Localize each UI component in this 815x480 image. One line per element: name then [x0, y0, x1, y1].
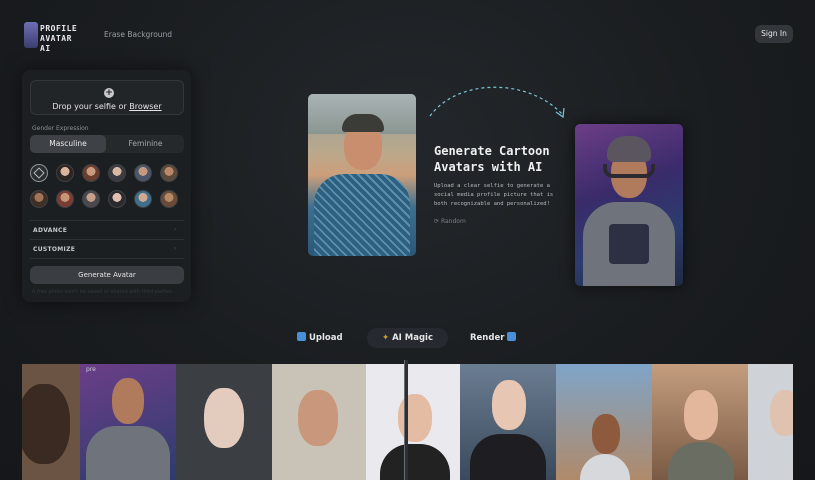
tab-upload[interactable]: Upload: [297, 328, 343, 348]
tab-ai-magic[interactable]: ✦ AI Magic: [367, 328, 448, 348]
gallery-body: [668, 442, 734, 480]
gallery-face: [112, 378, 144, 424]
style-avatar-option[interactable]: [82, 190, 100, 208]
customize-section[interactable]: CUSTOMIZE: [33, 246, 75, 253]
style-avatar-option[interactable]: [56, 164, 74, 182]
photo-cap: [342, 114, 384, 132]
gallery-face: [492, 380, 526, 430]
style-avatar-option[interactable]: [82, 164, 100, 182]
dropzone-label: Drop your selfie or: [52, 102, 127, 111]
random-button[interactable]: ⟳ Random: [434, 218, 466, 225]
chevron-right-icon: ›: [174, 226, 177, 233]
dropzone-text: Drop your selfie or Browser: [31, 102, 183, 111]
sample-selfie-photo: [308, 94, 416, 256]
gallery-image: [80, 364, 176, 480]
gallery-image: [460, 364, 556, 480]
tab-ai-magic-label: AI Magic: [392, 333, 434, 343]
style-avatar-option[interactable]: [108, 190, 126, 208]
cube-icon: [33, 167, 45, 179]
avatar-chest-panel: [609, 224, 649, 264]
gallery-image: [272, 364, 366, 480]
gallery-image: [556, 364, 652, 480]
style-avatar-option[interactable]: [108, 164, 126, 182]
gallery-body: [580, 454, 630, 480]
style-random-option[interactable]: [30, 164, 48, 182]
gallery-face: [684, 390, 718, 440]
gallery-face: [592, 414, 620, 454]
logo[interactable]: PROFILE AVATAR AI: [24, 22, 86, 53]
tab-render[interactable]: Render: [470, 328, 517, 348]
refresh-icon: ⟳: [434, 218, 440, 225]
avatar-headphones: [603, 164, 655, 178]
gender-expression-label: Gender Expression: [32, 125, 89, 132]
divider: [30, 258, 184, 259]
browse-link[interactable]: Browser: [129, 102, 161, 111]
generated-avatar-image: [575, 124, 683, 286]
style-avatar-option[interactable]: [56, 190, 74, 208]
logo-text: PROFILE AVATAR AI: [40, 24, 78, 53]
generate-avatar-button[interactable]: Generate Avatar: [30, 266, 184, 284]
gallery-image: [366, 364, 460, 480]
signin-button[interactable]: Sign In: [755, 25, 793, 43]
advance-section[interactable]: ADVANCE: [33, 227, 67, 234]
gallery-body: [470, 434, 546, 480]
gender-segmented-control: Masculine Feminine: [30, 135, 184, 153]
gallery-body: [380, 444, 450, 480]
check-box-icon: [297, 332, 306, 341]
gallery-image: [748, 364, 793, 480]
tab-upload-label: Upload: [308, 333, 343, 343]
divider: [30, 220, 184, 221]
plus-circle-icon: +: [104, 88, 114, 98]
gallery-face: [770, 390, 793, 436]
gallery-tag: pre: [86, 366, 96, 373]
hero-subtext: Upload a clear selfie to generate a soci…: [434, 183, 554, 207]
gallery-face: [22, 384, 70, 464]
gallery-image: [652, 364, 748, 480]
arrow-down-right-icon: [507, 332, 517, 341]
dashed-arrow-icon: [429, 86, 565, 119]
style-avatar-option[interactable]: [160, 190, 178, 208]
gallery-body: [86, 426, 170, 480]
random-label: Random: [440, 218, 466, 225]
gallery-image: [176, 364, 272, 480]
style-avatar-option[interactable]: [134, 190, 152, 208]
gender-option-feminine[interactable]: Feminine: [107, 135, 184, 153]
logo-mark-icon: [24, 22, 38, 48]
divider: [30, 239, 184, 240]
style-avatar-option[interactable]: [160, 164, 178, 182]
magic-wand-icon: ✦: [381, 333, 390, 343]
avatar-hair: [607, 136, 651, 162]
privacy-note: A free photo won't be saved or shared wi…: [32, 289, 173, 295]
photo-shirt: [314, 174, 410, 256]
hero-headline: Generate Cartoon Avatars with AI: [434, 144, 550, 174]
style-avatar-option[interactable]: [30, 190, 48, 208]
gallery-face: [204, 388, 244, 448]
gallery-face: [298, 390, 338, 446]
comparison-slider-handle[interactable]: [404, 360, 408, 480]
nav-erase-background[interactable]: Erase Background: [104, 30, 172, 39]
tab-render-label: Render: [470, 333, 505, 343]
upload-dropzone[interactable]: + Drop your selfie or Browser: [30, 80, 184, 115]
gender-option-masculine[interactable]: Masculine: [30, 135, 106, 153]
chevron-right-icon: ›: [174, 245, 177, 252]
style-avatar-option[interactable]: [134, 164, 152, 182]
gallery-image: [22, 364, 80, 480]
avatar-control-panel: + Drop your selfie or Browser Gender Exp…: [22, 70, 191, 302]
